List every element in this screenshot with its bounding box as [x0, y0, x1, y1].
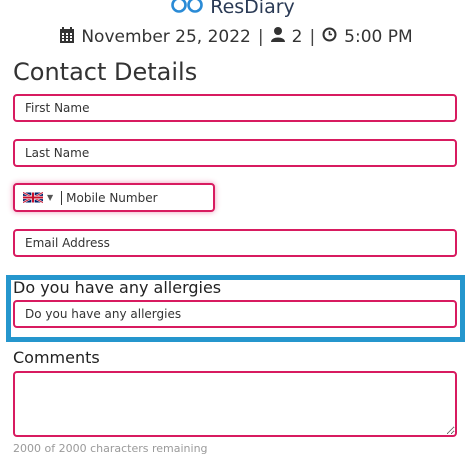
clock-icon — [322, 27, 337, 47]
separator: | — [309, 27, 316, 47]
comments-label: Comments — [13, 348, 100, 367]
last-name-input[interactable] — [15, 146, 455, 160]
booking-summary: November 25, 2022 | 2 | 5:00 PM — [0, 24, 473, 50]
booking-covers: 2 — [291, 27, 303, 47]
first-name-input[interactable] — [15, 101, 455, 115]
person-icon — [270, 27, 285, 47]
uk-flag-icon — [22, 188, 44, 207]
separator: | — [257, 27, 264, 47]
allergies-label: Do you have any allergies — [13, 278, 222, 297]
first-name-field[interactable] — [13, 94, 457, 122]
character-counter: 2000 of 2000 characters remaining — [13, 442, 208, 455]
allergies-input[interactable] — [15, 307, 455, 321]
brand-name: ResDiary™ — [210, 0, 303, 18]
email-input[interactable] — [15, 236, 455, 250]
mobile-number-input[interactable] — [61, 190, 223, 205]
booking-date: November 25, 2022 — [81, 27, 251, 47]
email-field[interactable] — [13, 229, 457, 257]
booking-time: 5:00 PM — [344, 27, 413, 47]
resdiary-logo-icon — [170, 0, 204, 17]
resdiary-logo: ResDiary™ — [0, 0, 473, 18]
comments-field[interactable] — [13, 371, 457, 437]
country-code-select[interactable]: ▼ — [15, 185, 59, 210]
comments-textarea[interactable] — [15, 373, 455, 435]
page-title: Contact Details — [13, 58, 198, 86]
caret-down-icon: ▼ — [47, 193, 54, 202]
calendar-icon — [60, 26, 75, 48]
last-name-field[interactable] — [13, 139, 457, 167]
allergies-field[interactable] — [13, 300, 457, 328]
mobile-number-field[interactable]: ▼ — [13, 183, 223, 212]
